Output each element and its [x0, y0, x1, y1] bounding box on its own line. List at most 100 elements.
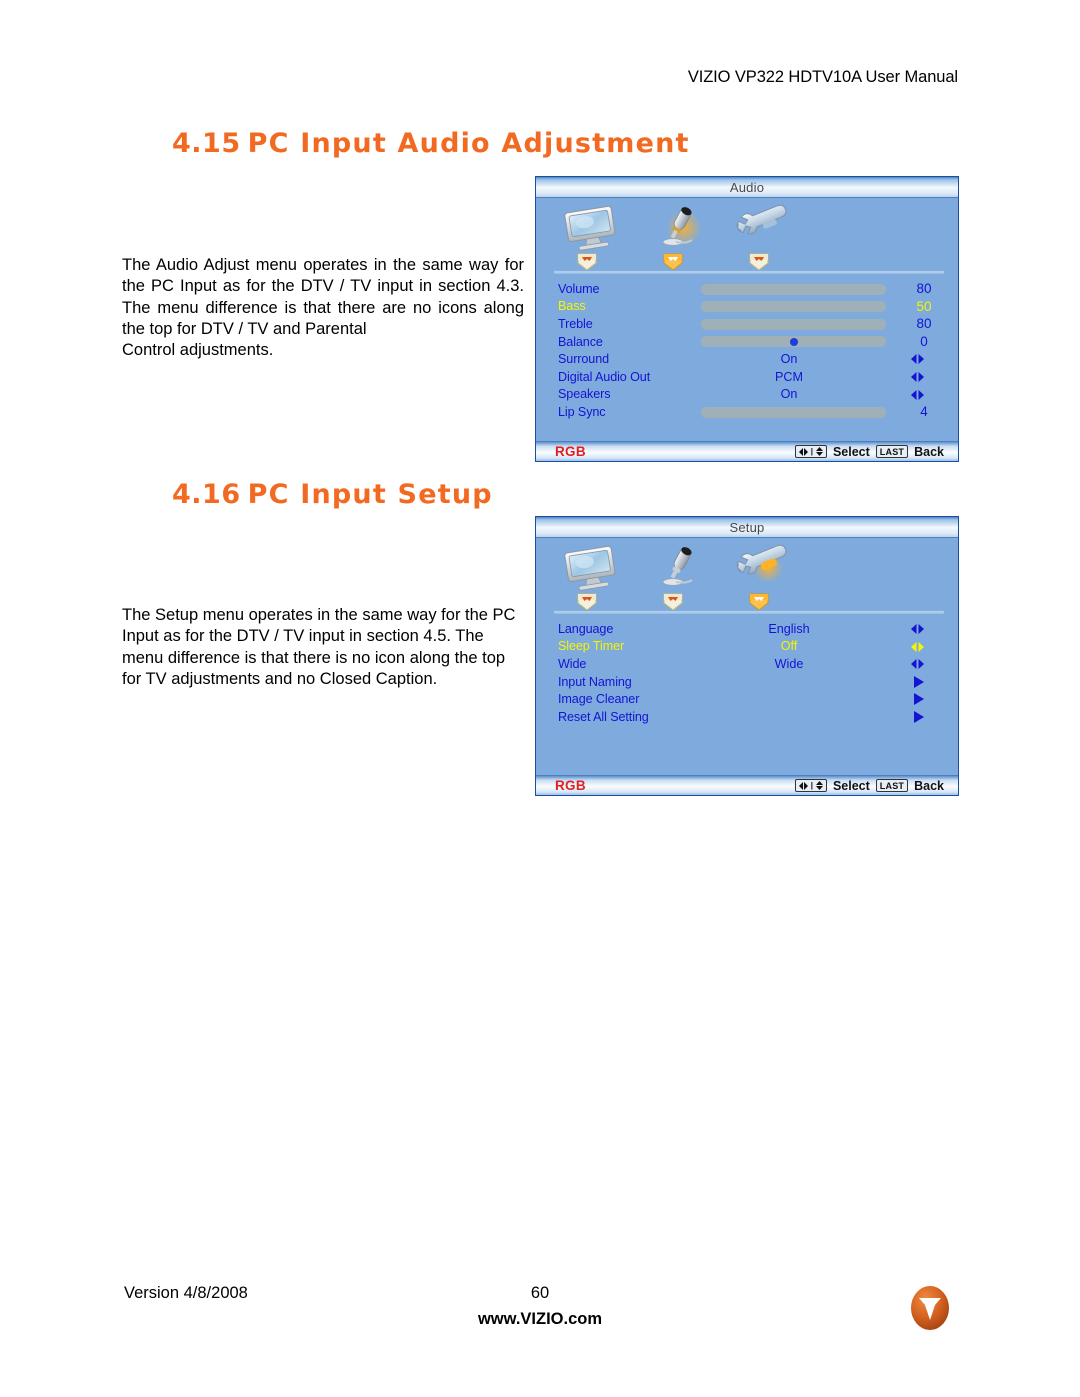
dpad-keys-icon: |	[794, 445, 827, 458]
osd-audio-body: Volume 80 Bass 50 Treble 80 Balance 0 Su	[536, 198, 958, 439]
treble-slider[interactable]	[701, 318, 886, 330]
up-down-arrow-icon	[815, 781, 823, 790]
osd-row-input-naming[interactable]: Input Naming	[536, 673, 958, 691]
submenu-arrow-icon[interactable]	[914, 693, 924, 706]
osd-audio-title: Audio	[729, 179, 765, 195]
osd-tab-marker-picture-icon	[577, 593, 597, 611]
osd-setup-icon-setup[interactable]	[728, 544, 802, 614]
left-right-arrow-icon[interactable]	[910, 624, 925, 634]
osd-setup-icon-picture[interactable]	[556, 544, 630, 614]
heading-title: PC Input Setup	[247, 479, 493, 510]
osd-row-lip-sync[interactable]: Lip Sync 4	[536, 403, 958, 421]
osd-audio-titlebar: Audio	[536, 177, 958, 198]
last-key-icon: LAST	[875, 445, 909, 458]
osd-audio-icon-picture[interactable]	[556, 204, 630, 274]
osd-setup-title: Setup	[729, 519, 765, 535]
osd-row-value: 4	[920, 404, 928, 420]
osd-audio-icon-audio[interactable]	[642, 204, 716, 274]
osd-row-value: On	[780, 387, 798, 402]
left-right-arrow-icon[interactable]	[910, 371, 925, 382]
up-down-arrow-icon	[815, 447, 823, 456]
paragraph-audio-tail: Control adjustments.	[122, 341, 274, 360]
osd-row-volume[interactable]: Volume 80	[536, 280, 958, 298]
input-source-badge: RGB	[555, 444, 586, 459]
osd-row-value: 80	[916, 316, 932, 332]
heading-4-15: 4.15 PC Input Audio Adjustment	[172, 128, 690, 159]
osd-setup-icon-audio[interactable]	[642, 544, 716, 614]
osd-row-label: Volume	[558, 281, 600, 296]
osd-row-value: On	[780, 352, 798, 367]
submenu-arrow-icon[interactable]	[914, 675, 924, 688]
osd-audio-statusbar: RGB | Select LAST Back	[536, 441, 958, 461]
bass-slider[interactable]	[701, 301, 886, 313]
left-right-arrow-icon	[798, 447, 808, 456]
osd-row-image-cleaner[interactable]: Image Cleaner	[536, 690, 958, 708]
paragraph-audio-main: The Audio Adjust menu operates in the sa…	[122, 256, 524, 338]
osd-row-treble[interactable]: Treble 80	[536, 315, 958, 333]
osd-audio-icon-setup[interactable]	[728, 204, 802, 274]
tv-picture-icon	[564, 205, 616, 251]
osd-row-value: 80	[916, 281, 932, 297]
balance-slider[interactable]	[701, 336, 886, 348]
paragraph-setup: The Setup menu operates in the same way …	[122, 605, 526, 690]
osd-row-label: Reset All Setting	[558, 709, 649, 724]
osd-row-label: Wide	[558, 656, 587, 671]
microphone-audio-icon	[662, 207, 702, 246]
osd-audio-menu: Audio Volume 80 Bass 50 Treble 80 Balanc…	[535, 176, 959, 462]
left-right-arrow-icon[interactable]	[910, 354, 925, 365]
select-hint-label: Select	[832, 778, 870, 793]
dpad-keys-icon: |	[794, 779, 827, 792]
heading-title: PC Input Audio Adjustment	[247, 128, 690, 159]
osd-tab-marker-picture-icon	[577, 253, 597, 271]
left-right-arrow-icon[interactable]	[910, 641, 925, 652]
osd-row-label: Digital Audio Out	[558, 369, 651, 384]
osd-row-label: Treble	[558, 316, 593, 331]
osd-row-language[interactable]: Language English	[536, 620, 958, 638]
volume-slider[interactable]	[701, 283, 886, 295]
vizio-logo-icon	[911, 1286, 949, 1330]
osd-row-label: Language	[558, 621, 614, 636]
osd-row-label: Bass	[558, 299, 586, 314]
back-hint-label: Back	[914, 778, 944, 793]
wrench-setup-icon	[736, 204, 787, 235]
osd-row-label: Input Naming	[558, 674, 632, 689]
osd-setup-menu: Setup Language English Sleep Timer Off W…	[535, 516, 959, 796]
osd-row-reset-all-setting[interactable]: Reset All Setting	[536, 708, 958, 726]
osd-row-speakers[interactable]: Speakers On	[536, 386, 958, 404]
osd-row-digital-audio-out[interactable]: Digital Audio Out PCM	[536, 368, 958, 386]
osd-audio-rows: Volume 80 Bass 50 Treble 80 Balance 0 Su	[536, 276, 958, 421]
osd-tab-marker-setup-icon	[749, 253, 769, 271]
osd-row-value: 50	[916, 298, 932, 314]
osd-row-label: Image Cleaner	[558, 692, 640, 707]
osd-setup-body: Language English Sleep Timer Off Wide Wi…	[536, 538, 958, 773]
osd-setup-strip-divider	[554, 610, 944, 614]
osd-setup-icon-strip	[536, 538, 958, 616]
osd-setup-statusbar: RGB | Select LAST Back	[536, 775, 958, 795]
osd-row-label: Surround	[558, 352, 610, 367]
osd-row-surround[interactable]: Surround On	[536, 350, 958, 368]
heading-number: 4.16	[172, 479, 241, 510]
osd-tab-marker-audio-icon	[663, 253, 683, 271]
osd-row-sleep-timer[interactable]: Sleep Timer Off	[536, 638, 958, 656]
osd-tab-marker-setup-icon	[749, 593, 769, 611]
osd-row-label: Speakers	[558, 387, 611, 402]
submenu-arrow-icon[interactable]	[914, 710, 924, 723]
input-source-badge: RGB	[555, 778, 586, 793]
osd-row-wide[interactable]: Wide Wide	[536, 655, 958, 673]
left-right-arrow-icon[interactable]	[910, 389, 925, 400]
microphone-audio-icon	[662, 547, 693, 586]
lip-sync-slider[interactable]	[701, 406, 886, 418]
osd-row-balance[interactable]: Balance 0	[536, 333, 958, 351]
left-right-arrow-icon[interactable]	[910, 659, 925, 670]
wrench-setup-icon	[736, 544, 787, 583]
page-header: VIZIO VP322 HDTV10A User Manual	[687, 68, 958, 86]
heading-number: 4.15	[172, 128, 241, 159]
osd-row-bass[interactable]: Bass 50	[536, 298, 958, 316]
heading-4-16: 4.16 PC Input Setup	[172, 479, 493, 510]
back-hint-label: Back	[914, 444, 944, 459]
last-key-label: LAST	[879, 446, 905, 457]
select-hint-label: Select	[832, 444, 870, 459]
osd-setup-titlebar: Setup	[536, 517, 958, 538]
osd-setup-rows: Language English Sleep Timer Off Wide Wi…	[536, 616, 958, 726]
osd-setup-hints: | Select LAST Back	[794, 778, 944, 793]
